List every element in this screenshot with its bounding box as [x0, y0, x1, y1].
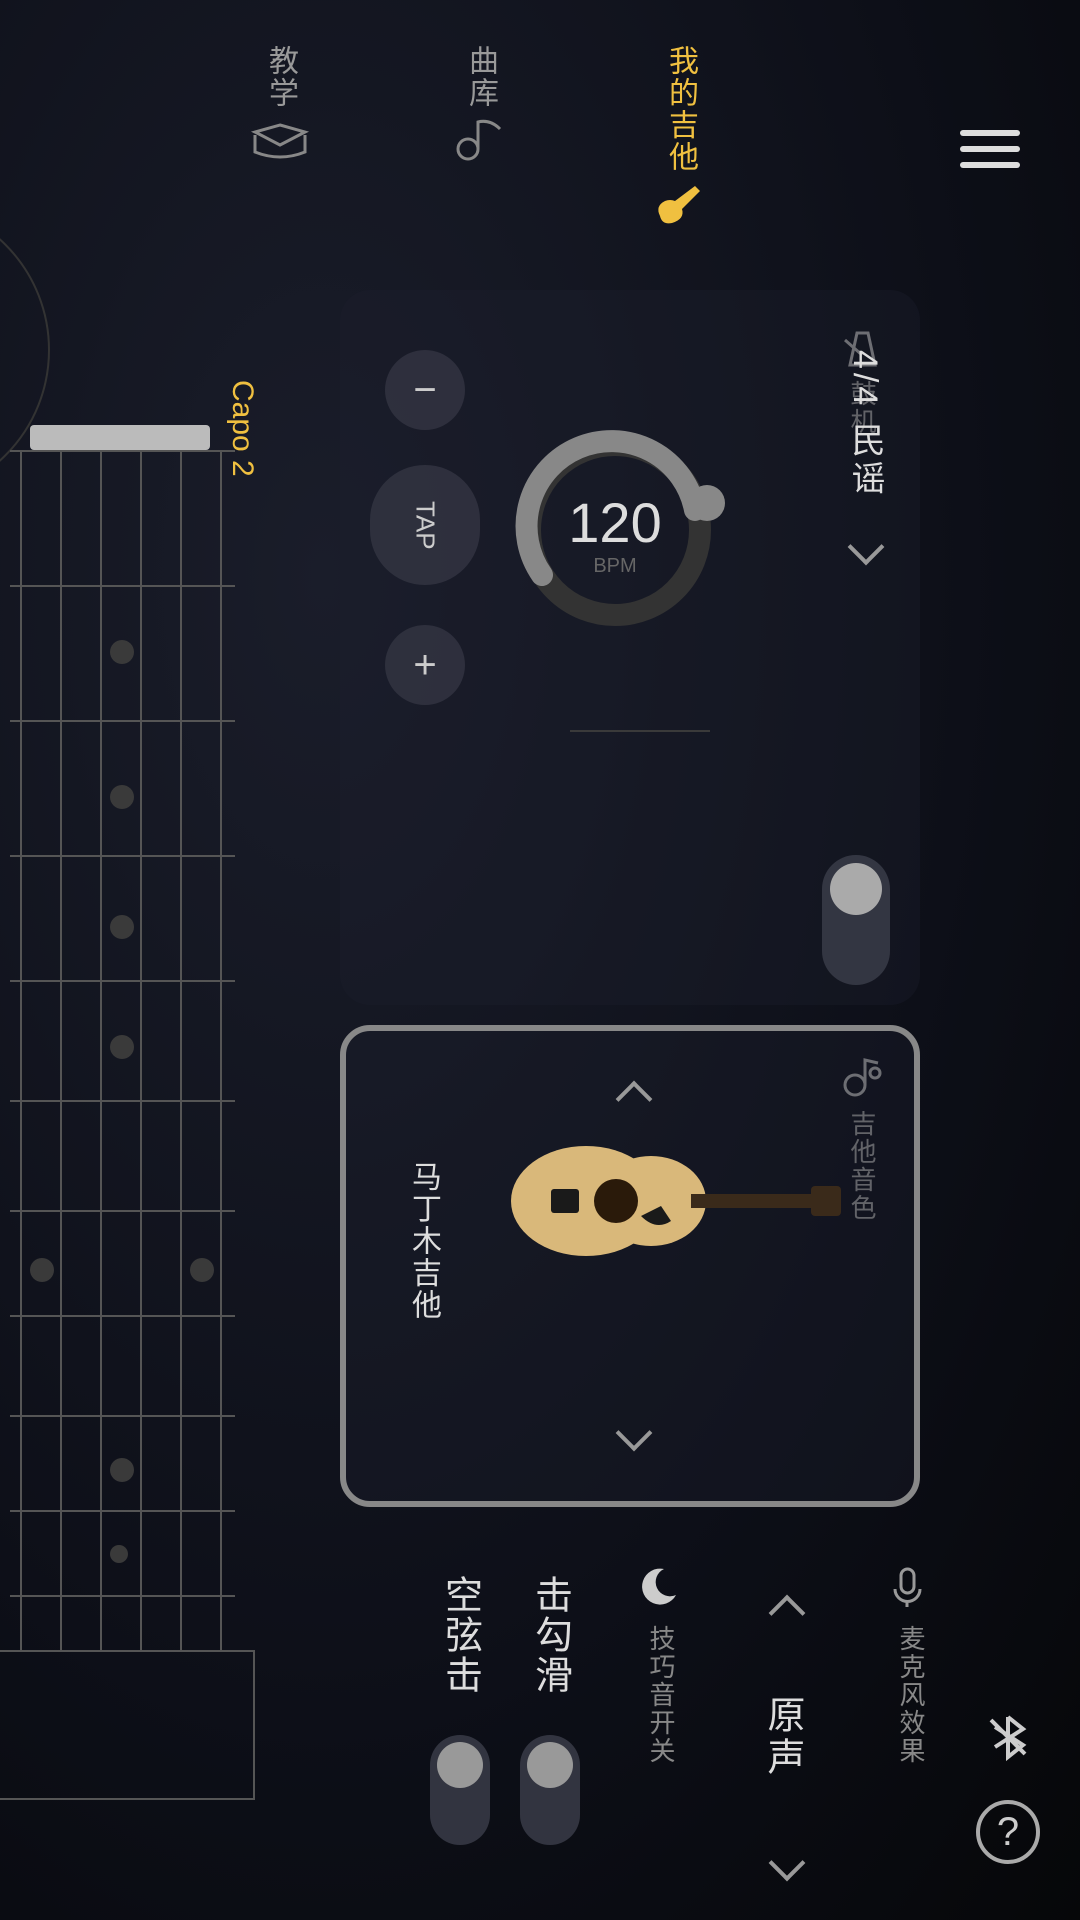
plus-icon: + — [413, 643, 436, 688]
menu-bar-icon — [960, 130, 1020, 136]
tab-my-guitar-label: 我的吉他 — [658, 45, 702, 173]
string[interactable] — [20, 450, 22, 1650]
fret — [10, 720, 235, 722]
fret-marker — [110, 785, 134, 809]
technique-header: 技巧音开关 — [643, 1625, 680, 1765]
fret — [10, 450, 235, 452]
moon-icon — [636, 1565, 680, 1609]
technique-1-toggle[interactable] — [520, 1735, 580, 1845]
guitar-icon — [650, 181, 710, 226]
chevron-down-icon — [769, 1845, 806, 1882]
technique-1-label: 击勾滑 — [523, 1575, 578, 1695]
technique-2-label: 空弦击 — [433, 1575, 488, 1695]
fret-marker — [110, 640, 134, 664]
guitar-tone-card: 马丁木吉他 — [340, 1025, 920, 1507]
bluetooth-off-icon — [983, 1712, 1033, 1762]
fret-marker — [110, 1458, 134, 1482]
guitar-image — [496, 1141, 846, 1261]
tone-next-button[interactable] — [621, 1420, 647, 1446]
chevron-up-icon — [769, 1595, 806, 1632]
toggle-knob — [437, 1742, 483, 1788]
bpm-plus-button[interactable]: + — [385, 625, 465, 705]
mic-effect-card: 麦克风效果 原声 — [700, 1550, 930, 1920]
string[interactable] — [100, 450, 102, 1650]
fret-marker — [110, 1035, 134, 1059]
fret-marker — [110, 1545, 128, 1563]
mic-icon — [885, 1565, 930, 1610]
book-icon — [250, 117, 310, 162]
chevron-down-icon — [847, 528, 884, 565]
tab-my-guitar[interactable]: 我的吉他 — [650, 45, 710, 226]
chevron-up-icon — [616, 1081, 653, 1118]
bpm-dial[interactable]: 120 BPM — [515, 430, 715, 630]
string[interactable] — [140, 450, 142, 1650]
guitar-neck[interactable] — [10, 450, 235, 1650]
tap-label: TAP — [410, 501, 441, 550]
tab-library-label: 曲库 — [458, 45, 502, 109]
fret — [10, 585, 235, 587]
fretboard-panel[interactable]: Capo 2 — [0, 270, 260, 1920]
technique-2-toggle[interactable] — [430, 1735, 490, 1845]
bpm-label: BPM — [515, 555, 715, 578]
chevron-down-icon — [616, 1415, 653, 1452]
fret — [10, 1210, 235, 1212]
mic-effect-value: 原声 — [755, 1695, 810, 1779]
minus-icon: − — [413, 368, 436, 413]
help-button[interactable]: ? — [976, 1800, 1040, 1864]
toggle-knob — [830, 863, 882, 915]
tone-prev-button[interactable] — [621, 1086, 647, 1112]
technique-card: 技巧音开关 击勾滑 空弦击 — [350, 1550, 680, 1920]
drum-preset-selector[interactable]: 4/4 民谣 — [841, 350, 890, 560]
tab-tutorial-label: 教学 — [258, 45, 302, 109]
string[interactable] — [220, 450, 222, 1650]
music-note-icon — [450, 117, 510, 162]
bluetooth-off-button[interactable] — [976, 1705, 1040, 1769]
tab-tutorial[interactable]: 教学 — [250, 45, 310, 226]
drum-machine-card: 4/4 民谣 120 BPM − TAP + — [340, 290, 920, 1005]
menu-button[interactable] — [960, 120, 1020, 178]
string[interactable] — [180, 450, 182, 1650]
mic-next-button[interactable] — [774, 1850, 800, 1876]
fret — [10, 1510, 235, 1512]
bpm-value: 120 — [515, 490, 715, 555]
tone-name: 马丁木吉他 — [401, 1161, 445, 1321]
string[interactable] — [60, 450, 62, 1650]
mic-prev-button[interactable] — [774, 1600, 800, 1626]
fret — [10, 1315, 235, 1317]
fret — [10, 855, 235, 857]
fret — [10, 1595, 235, 1597]
bpm-minus-button[interactable]: − — [385, 350, 465, 430]
fret — [10, 1415, 235, 1417]
drum-enable-toggle[interactable] — [822, 855, 890, 985]
technique-row-2: 空弦击 — [430, 1575, 490, 1845]
menu-bar-icon — [960, 162, 1020, 168]
fret-marker — [110, 915, 134, 939]
fret-marker — [30, 1258, 54, 1282]
mic-effect-header: 麦克风效果 — [893, 1625, 930, 1765]
capo-bar[interactable] — [30, 425, 210, 450]
nav-tabs: 教学 曲库 我的吉他 — [60, 45, 1020, 226]
question-mark-icon: ? — [997, 1810, 1019, 1855]
fret — [10, 1100, 235, 1102]
tab-library[interactable]: 曲库 — [450, 45, 510, 226]
chord-box[interactable] — [0, 1650, 255, 1800]
top-nav: 教学 曲库 我的吉他 — [0, 0, 1080, 270]
menu-bar-icon — [960, 146, 1020, 152]
drum-preset-value: 4/4 民谣 — [841, 350, 890, 499]
fret-marker — [190, 1258, 214, 1282]
divider — [570, 730, 710, 732]
fret — [10, 980, 235, 982]
toggle-knob — [527, 1742, 573, 1788]
technique-row-1: 击勾滑 — [520, 1575, 580, 1845]
tap-button[interactable]: TAP — [370, 465, 480, 585]
